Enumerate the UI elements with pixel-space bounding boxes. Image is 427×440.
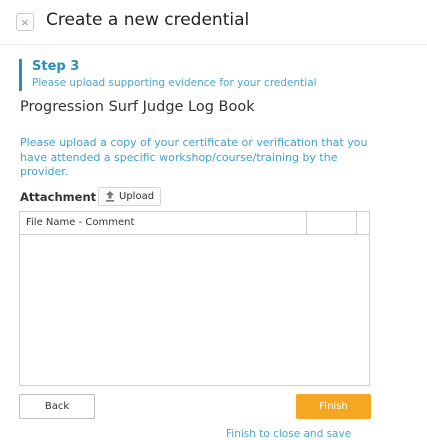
upload-button[interactable]: Upload	[98, 187, 162, 206]
table-header: File Name - Comment	[20, 212, 369, 235]
step-indicator-bar	[19, 59, 22, 91]
close-icon: ×	[20, 15, 30, 29]
upload-button-label: Upload	[119, 191, 155, 202]
column-header-file-name[interactable]: File Name - Comment	[26, 217, 134, 228]
finish-button[interactable]: Finish	[296, 394, 371, 419]
header-divider	[0, 44, 427, 45]
attachments-table: File Name - Comment	[19, 211, 370, 386]
attachment-label: Attachment	[20, 190, 97, 204]
upload-instructions: Please upload a copy of your certificate…	[20, 136, 368, 178]
step-subtitle: Please upload supporting evidence for yo…	[32, 77, 317, 89]
close-button[interactable]: ×	[16, 13, 34, 31]
upload-icon	[106, 191, 114, 202]
column-divider	[306, 212, 307, 235]
dialog-title: Create a new credential	[46, 10, 250, 30]
back-button[interactable]: Back	[19, 394, 95, 419]
finish-hint: Finish to close and save	[226, 428, 352, 440]
credential-name: Progression Surf Judge Log Book	[20, 99, 255, 115]
column-divider	[356, 212, 357, 235]
step-title: Step 3	[32, 59, 80, 74]
dialog-header: × Create a new credential	[0, 0, 427, 44]
